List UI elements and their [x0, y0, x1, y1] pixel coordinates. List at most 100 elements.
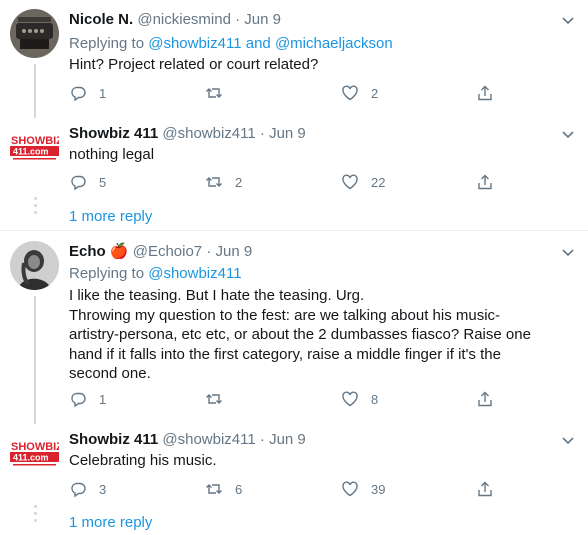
- thread-line: [34, 296, 36, 424]
- more-replies-link[interactable]: 1 more reply: [69, 514, 152, 531]
- retweet-icon: [206, 484, 222, 494]
- avatar[interactable]: [10, 9, 59, 58]
- tweet-text: Celebrating his music.: [69, 452, 217, 469]
- tweet-text-line: hand if it falls into the first category…: [69, 345, 501, 363]
- reply-button[interactable]: 1: [69, 390, 106, 408]
- thread-dots: [33, 197, 37, 218]
- replying-prefix: Replying to: [69, 35, 145, 52]
- share-icon: [478, 174, 492, 190]
- reply-count: 3: [99, 481, 107, 497]
- thread-line: [34, 64, 36, 118]
- heart-icon: [342, 391, 358, 407]
- share-button[interactable]: [476, 390, 494, 408]
- tweet-text: nothing legal: [69, 146, 155, 163]
- chevron-down-icon[interactable]: [560, 12, 576, 28]
- apple-emoji: 🍎: [109, 243, 129, 260]
- handle[interactable]: @showbiz411: [162, 125, 255, 142]
- tweet-header: Showbiz 411 @showbiz411 · Jun 9: [69, 124, 306, 144]
- tweet-header: Nicole N. @nickiesmind · Jun 9: [69, 10, 281, 30]
- reply-count: 1: [99, 391, 107, 407]
- chevron-down-icon[interactable]: [560, 126, 576, 142]
- retweet-button[interactable]: [205, 84, 235, 102]
- reply-count: 1: [99, 85, 107, 101]
- like-count: 22: [371, 174, 386, 190]
- tweet-echo[interactable]: Echo 🍎 @Echoio7 · Jun 9 Replying to @sho…: [0, 231, 588, 424]
- reply-button[interactable]: 3: [69, 480, 106, 498]
- replying-to: Replying to @showbiz411 and @michaeljack…: [69, 34, 393, 54]
- reply-icon: [71, 86, 86, 102]
- mention-link[interactable]: @showbiz411: [148, 265, 241, 282]
- separator: ·: [206, 243, 212, 260]
- tweet-text-line: artistry-persona, etc etc, or about the …: [69, 326, 531, 343]
- timestamp[interactable]: Jun 9: [269, 125, 306, 142]
- tweet-text: Hint? Project related or court related?: [69, 56, 319, 73]
- tweet-showbiz-2[interactable]: SHOWBIZ 411.com Showbiz 411 @showbiz411 …: [0, 421, 588, 535]
- showbiz411-logo[interactable]: SHOWBIZ 411.com: [10, 438, 63, 468]
- handle[interactable]: @Echoio7: [133, 243, 202, 260]
- timestamp[interactable]: Jun 9: [216, 243, 253, 260]
- display-name[interactable]: Showbiz 411: [69, 431, 158, 448]
- heart-icon: [342, 85, 358, 101]
- reply-button[interactable]: 5: [69, 173, 106, 191]
- retweet-button[interactable]: 2: [205, 173, 242, 191]
- retweet-icon: [206, 177, 222, 187]
- retweet-button[interactable]: 6: [205, 480, 242, 498]
- like-count: 8: [371, 391, 379, 407]
- display-name[interactable]: Nicole N.: [69, 11, 133, 28]
- thread-dots: [33, 505, 37, 526]
- showbiz411-logo[interactable]: SHOWBIZ 411.com: [10, 132, 63, 162]
- handle[interactable]: @showbiz411: [162, 431, 255, 448]
- reply-icon: [71, 175, 86, 191]
- share-icon: [478, 85, 492, 101]
- like-button[interactable]: 22: [341, 173, 385, 191]
- more-replies-link[interactable]: 1 more reply: [69, 208, 152, 225]
- mention-joiner: and: [245, 35, 271, 52]
- separator: ·: [259, 125, 265, 142]
- logo-bottom-text: 411.com: [13, 453, 49, 463]
- mention-link[interactable]: @michaeljackson: [275, 35, 393, 52]
- tweet-showbiz-1[interactable]: SHOWBIZ 411.com Showbiz 411 @showbiz411 …: [0, 115, 588, 230]
- separator: ·: [259, 431, 265, 448]
- retweet-count: 2: [235, 174, 243, 190]
- reply-button[interactable]: 1: [69, 84, 106, 102]
- mention-link[interactable]: @showbiz411: [148, 35, 241, 52]
- timestamp[interactable]: Jun 9: [244, 11, 281, 28]
- display-name[interactable]: Showbiz 411: [69, 125, 158, 142]
- share-icon: [478, 391, 492, 407]
- tweet-text-line: I like the teasing. But I hate the teasi…: [69, 287, 365, 304]
- avatar[interactable]: [10, 241, 59, 290]
- replying-prefix: Replying to: [69, 265, 145, 282]
- logo-top-text: SHOWBIZ: [11, 135, 59, 147]
- heart-icon: [342, 481, 358, 497]
- logo-top-text: SHOWBIZ: [11, 441, 59, 453]
- tweet-text-line: Throwing my question to the fest: are we…: [69, 306, 501, 324]
- retweet-count: 6: [235, 481, 243, 497]
- like-count: 39: [371, 481, 386, 497]
- display-name[interactable]: Echo: [69, 243, 106, 260]
- like-button[interactable]: 8: [341, 390, 378, 408]
- share-button[interactable]: [476, 480, 494, 498]
- share-button[interactable]: [476, 173, 494, 191]
- logo-bottom-text: 411.com: [13, 147, 49, 157]
- retweet-icon: [206, 394, 222, 404]
- timestamp[interactable]: Jun 9: [269, 431, 306, 448]
- share-button[interactable]: [476, 84, 494, 102]
- chevron-down-icon[interactable]: [560, 244, 576, 260]
- handle[interactable]: @nickiesmind: [137, 11, 231, 28]
- tweet-text: I like the teasing. But I hate the teasi…: [69, 286, 569, 384]
- share-icon: [478, 481, 492, 497]
- like-button[interactable]: 2: [341, 84, 378, 102]
- tweet-header: Echo 🍎 @Echoio7 · Jun 9: [69, 242, 252, 262]
- retweet-icon: [206, 88, 222, 98]
- like-count: 2: [371, 85, 379, 101]
- tweet-header: Showbiz 411 @showbiz411 · Jun 9: [69, 430, 306, 450]
- chevron-down-icon[interactable]: [560, 432, 576, 448]
- like-button[interactable]: 39: [341, 480, 385, 498]
- tweet-text-line: second one.: [69, 365, 151, 382]
- replying-to: Replying to @showbiz411: [69, 264, 242, 284]
- reply-icon: [71, 482, 86, 498]
- separator: ·: [235, 11, 241, 28]
- reply-icon: [71, 392, 86, 408]
- tweet-nicole[interactable]: Nicole N. @nickiesmind · Jun 9 Replying …: [0, 0, 588, 118]
- retweet-button[interactable]: [205, 390, 235, 408]
